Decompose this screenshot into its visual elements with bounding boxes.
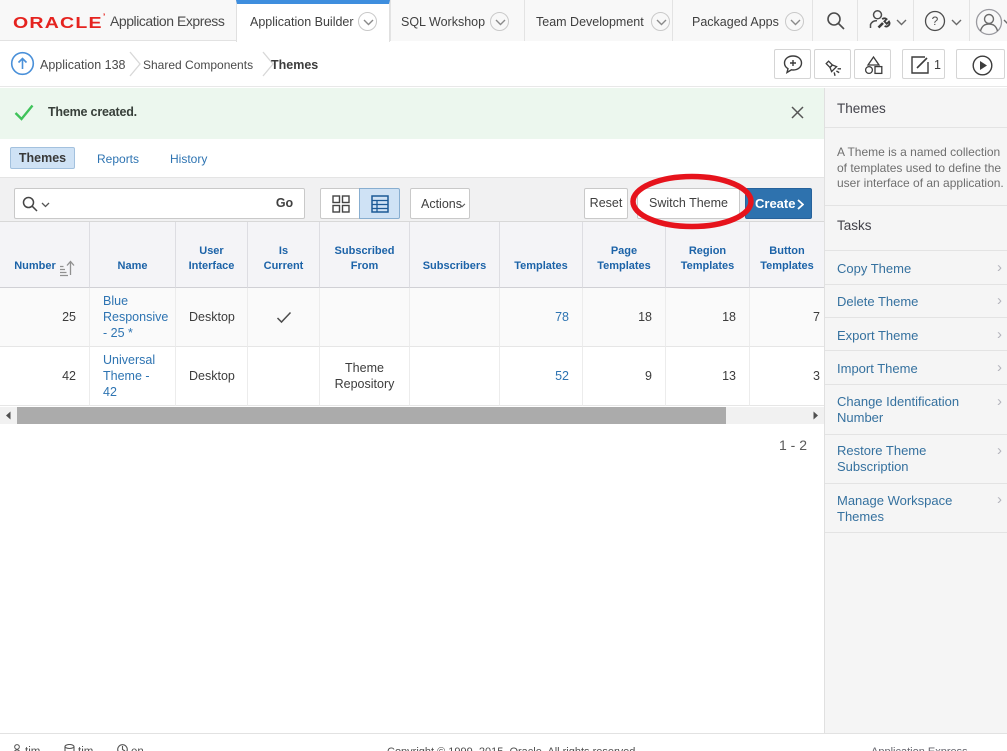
svg-text:?: ? bbox=[932, 14, 939, 28]
